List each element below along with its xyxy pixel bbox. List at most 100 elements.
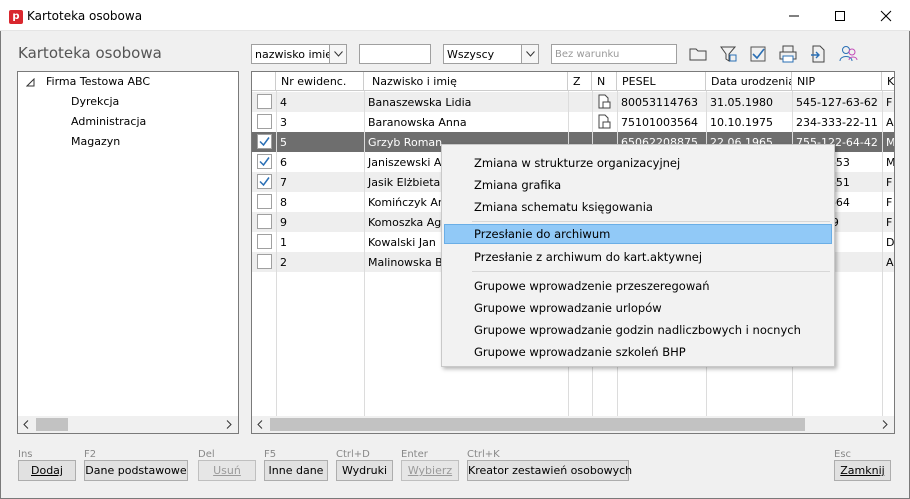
cell-k: M bbox=[886, 136, 895, 149]
report-wizard-button-label: Kreator zestawień osobowych bbox=[468, 464, 633, 477]
column-header-z[interactable]: Z bbox=[568, 72, 592, 91]
menu-item-grafik[interactable]: Zmiana grafika bbox=[444, 175, 832, 195]
menu-separator bbox=[472, 221, 830, 222]
cell-pesel: 75101003564 bbox=[621, 116, 698, 129]
report-wizard-button[interactable]: Kreator zestawień osobowych bbox=[467, 460, 633, 481]
scroll-right-icon[interactable] bbox=[877, 416, 894, 433]
document-icon bbox=[598, 114, 611, 129]
column-divider bbox=[882, 91, 883, 416]
add-button[interactable]: Dodaj bbox=[18, 460, 76, 481]
column-header-k[interactable]: K bbox=[882, 72, 894, 91]
menu-item-nadgodziny[interactable]: Grupowe wprowadzanie godzin nadliczbowyc… bbox=[444, 320, 832, 340]
close-window-button-label: Zamknij bbox=[840, 464, 885, 477]
select-all-icon[interactable] bbox=[748, 44, 768, 64]
menu-item-z-archiwum[interactable]: Przesłanie z archiwum do kart.aktywnej bbox=[444, 247, 832, 267]
chevron-down-icon[interactable] bbox=[521, 45, 538, 63]
cell-dob: 10.10.1975 bbox=[710, 116, 773, 129]
close-window-button[interactable]: Zamknij bbox=[834, 460, 891, 481]
context-menu: Zmiana w strukturze organizacyjnej Zmian… bbox=[441, 144, 835, 367]
document-icon bbox=[598, 94, 611, 109]
close-button[interactable] bbox=[862, 0, 908, 30]
row-checkbox[interactable] bbox=[257, 214, 272, 229]
scroll-left-icon[interactable] bbox=[252, 416, 269, 433]
maximize-button[interactable] bbox=[816, 0, 862, 30]
maximize-icon bbox=[835, 11, 845, 21]
tree-node-administracja[interactable]: Administracja bbox=[71, 115, 146, 128]
cell-nr: 1 bbox=[280, 236, 287, 249]
cell-name: Banaszewska Lidia bbox=[368, 96, 472, 109]
cell-nr: 5 bbox=[280, 136, 287, 149]
checkmark-icon bbox=[259, 177, 270, 187]
minimize-button[interactable] bbox=[770, 0, 816, 30]
shortcut-label: F5 bbox=[264, 449, 277, 460]
users-icon[interactable] bbox=[838, 44, 858, 64]
shortcut-label: Ins bbox=[18, 449, 33, 460]
scroll-right-icon[interactable] bbox=[221, 416, 238, 433]
tree-node-label: Firma Testowa ABC bbox=[46, 75, 151, 88]
cell-k: A bbox=[886, 116, 894, 129]
filter-icon[interactable] bbox=[718, 44, 738, 64]
column-header-nip[interactable]: NIP bbox=[792, 72, 882, 91]
other-data-button[interactable]: Inne dane bbox=[264, 460, 328, 481]
cell-k: F bbox=[886, 216, 893, 229]
column-header-pesel[interactable]: PESEL bbox=[617, 72, 706, 91]
delete-button[interactable]: Usuń bbox=[198, 460, 256, 481]
menu-item-schemat[interactable]: Zmiana schematu księgowania bbox=[444, 197, 832, 217]
row-checkbox[interactable] bbox=[257, 114, 272, 129]
row-checkbox[interactable] bbox=[257, 174, 272, 189]
tree-scrollbar[interactable] bbox=[18, 416, 238, 433]
table-row[interactable]: 4 Banaszewska Lidia 80053114763 31.05.1980 5… bbox=[252, 92, 894, 112]
app-icon: p bbox=[9, 10, 23, 24]
shortcut-label: Esc bbox=[834, 449, 852, 460]
search-input[interactable] bbox=[359, 44, 431, 64]
row-checkbox[interactable] bbox=[257, 234, 272, 249]
cell-nip: 545-127-63-62 bbox=[796, 96, 878, 109]
basic-data-button[interactable]: Dane podstawowe bbox=[84, 460, 188, 481]
menu-item-przeszeregowania[interactable]: Grupowe wprowadzenie przeszeregowań bbox=[444, 276, 832, 296]
filter-select[interactable]: Wszyscy bbox=[443, 44, 539, 64]
row-checkbox[interactable] bbox=[257, 194, 272, 209]
prints-button[interactable]: Wydruki bbox=[336, 460, 393, 481]
condition-field[interactable] bbox=[552, 45, 676, 63]
cell-nip: 234-333-22-11 bbox=[796, 116, 878, 129]
row-checkbox[interactable] bbox=[257, 94, 272, 109]
column-header-n[interactable]: N bbox=[592, 72, 617, 91]
column-header-dob[interactable]: Data urodzenia bbox=[706, 72, 792, 91]
row-checkbox[interactable] bbox=[257, 134, 272, 149]
menu-item-do-archiwum[interactable]: Przesłanie do archiwum bbox=[444, 224, 832, 244]
chevron-down-icon[interactable] bbox=[329, 45, 346, 63]
select-button[interactable]: Wybierz bbox=[401, 460, 459, 481]
collapse-icon[interactable] bbox=[26, 78, 35, 87]
cell-k: A bbox=[886, 256, 894, 269]
add-button-label: Dodaj bbox=[31, 464, 63, 477]
condition-input[interactable] bbox=[551, 44, 677, 64]
table-row[interactable]: 3 Baranowska Anna 75101003564 10.10.1975 234… bbox=[252, 112, 894, 132]
tree-node-magazyn[interactable]: Magazyn bbox=[71, 135, 120, 148]
scroll-left-icon[interactable] bbox=[18, 416, 35, 433]
column-header-check[interactable] bbox=[252, 72, 276, 91]
tree-node-dyrekcja[interactable]: Dyrekcja bbox=[71, 95, 119, 108]
cell-name: Baranowska Anna bbox=[368, 116, 467, 129]
column-header-nr[interactable]: Nr ewidenc. bbox=[276, 72, 364, 91]
menu-item-urlopy[interactable]: Grupowe wprowadzanie urlopów bbox=[444, 298, 832, 318]
cell-nr: 3 bbox=[280, 116, 287, 129]
filter-value: Wszyscy bbox=[447, 48, 495, 61]
search-field[interactable] bbox=[360, 45, 430, 63]
column-header-name[interactable]: Nazwisko i imię bbox=[364, 72, 568, 91]
grid-scrollbar[interactable] bbox=[252, 416, 894, 433]
org-tree[interactable]: Firma Testowa ABC Dyrekcja Administracja… bbox=[17, 71, 239, 434]
cell-k: D bbox=[886, 236, 895, 249]
row-checkbox[interactable] bbox=[257, 154, 272, 169]
scroll-thumb[interactable] bbox=[36, 418, 68, 431]
sort-field-select[interactable]: nazwisko imię bbox=[251, 44, 347, 64]
menu-item-struktura[interactable]: Zmiana w strukturze organizacyjnej bbox=[444, 153, 832, 173]
row-checkbox[interactable] bbox=[257, 254, 272, 269]
scroll-thumb[interactable] bbox=[270, 418, 805, 431]
menu-item-szkolenia-bhp[interactable]: Grupowe wprowadzanie szkoleń BHP bbox=[444, 342, 832, 362]
cell-nr: 6 bbox=[280, 156, 287, 169]
shortcut-label: Del bbox=[198, 449, 215, 460]
column-divider bbox=[364, 91, 365, 416]
print-icon[interactable] bbox=[778, 44, 798, 64]
folder-icon[interactable] bbox=[688, 44, 708, 64]
export-icon[interactable] bbox=[808, 44, 828, 64]
